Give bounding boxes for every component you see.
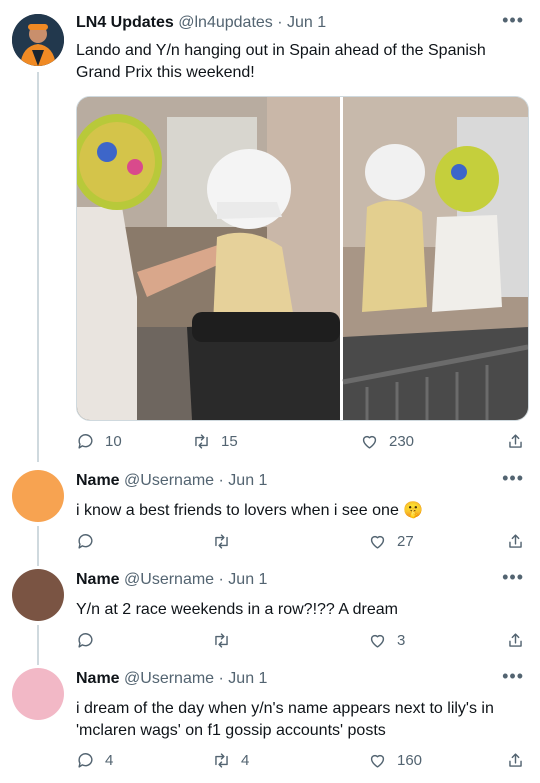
- share-button[interactable]: [506, 631, 525, 650]
- heart-icon: [362, 435, 377, 449]
- reply-icon: [78, 434, 93, 449]
- share-icon: [509, 633, 522, 647]
- username[interactable]: @Username: [124, 670, 214, 687]
- photo-grid: [77, 97, 528, 420]
- reply-button[interactable]: 4: [76, 751, 113, 770]
- username[interactable]: @Username: [124, 472, 214, 489]
- tweet-header: LN4 Updates @ln4updates · Jun 1: [76, 14, 520, 32]
- tweet-text: Lando and Y/n hanging out in Spain ahead…: [76, 42, 486, 81]
- more-icon[interactable]: •••: [502, 666, 524, 687]
- share-icon: [509, 434, 522, 448]
- timestamp[interactable]: · Jun 1: [277, 14, 326, 31]
- like-button[interactable]: 230: [360, 432, 414, 451]
- reply-button[interactable]: [76, 532, 95, 551]
- tweet-text: Y/n at 2 race weekends in a row?!?? A dr…: [76, 601, 398, 618]
- share-button[interactable]: [506, 751, 525, 770]
- username[interactable]: @ln4updates: [178, 14, 273, 31]
- tweet-header: Name @Username · Jun 1: [76, 670, 520, 688]
- tweet-text: i know a best friends to lovers when i s…: [76, 502, 424, 519]
- avatar[interactable]: [12, 14, 64, 66]
- reply-icon: [78, 534, 93, 549]
- display-name[interactable]: LN4 Updates: [76, 14, 174, 31]
- timestamp[interactable]: · Jun 1: [219, 571, 268, 588]
- thread-line: [37, 625, 39, 665]
- avatar[interactable]: [12, 668, 64, 720]
- share-icon: [509, 753, 522, 767]
- more-icon[interactable]: •••: [502, 468, 524, 489]
- retweet-icon: [215, 753, 228, 768]
- username[interactable]: @Username: [124, 571, 214, 588]
- like-button[interactable]: 160: [368, 751, 422, 770]
- retweet-button[interactable]: [212, 631, 231, 650]
- retweet-icon: [215, 633, 228, 648]
- like-count: 160: [397, 752, 423, 769]
- reply-button[interactable]: 10: [76, 432, 122, 451]
- retweet-icon: [215, 534, 228, 549]
- share-button[interactable]: [506, 432, 525, 451]
- avatar[interactable]: [12, 569, 64, 621]
- tweet-media[interactable]: [76, 96, 529, 421]
- more-icon[interactable]: •••: [502, 10, 524, 31]
- reply-count: 10: [105, 433, 122, 450]
- reply-count: 4: [105, 752, 114, 769]
- display-name[interactable]: Name: [76, 472, 120, 489]
- timestamp[interactable]: · Jun 1: [219, 472, 268, 489]
- more-icon[interactable]: •••: [502, 567, 524, 588]
- avatar[interactable]: [12, 470, 64, 522]
- retweet-icon: [195, 434, 208, 449]
- display-name[interactable]: Name: [76, 571, 120, 588]
- heart-icon: [370, 754, 385, 768]
- tweet-actions: 10 15 230: [76, 432, 524, 456]
- share-icon: [509, 534, 522, 548]
- thread-line: [37, 526, 39, 566]
- share-button[interactable]: [506, 532, 525, 551]
- reply-icon: [78, 633, 93, 648]
- like-count: 230: [389, 433, 415, 450]
- tweet-actions: 4 4 160: [76, 751, 524, 775]
- like-button[interactable]: 3: [368, 631, 405, 650]
- tweet-actions: 27: [76, 532, 524, 556]
- heart-icon: [370, 634, 385, 648]
- heart-icon: [370, 535, 385, 549]
- retweet-count: 15: [221, 433, 238, 450]
- tweet-header: Name @Username · Jun 1: [76, 472, 520, 490]
- like-count: 3: [397, 632, 406, 649]
- retweet-button[interactable]: [212, 532, 231, 551]
- retweet-count: 4: [241, 752, 250, 769]
- tweet-text: i dream of the day when y/n's name appea…: [76, 700, 494, 739]
- display-name[interactable]: Name: [76, 670, 120, 687]
- tweet-actions: 3: [76, 631, 524, 655]
- like-count: 27: [397, 533, 414, 550]
- tweet-header: Name @Username · Jun 1: [76, 571, 520, 589]
- timestamp[interactable]: · Jun 1: [219, 670, 268, 687]
- like-button[interactable]: 27: [368, 532, 414, 551]
- thread-line: [37, 72, 39, 462]
- reply-button[interactable]: [76, 631, 95, 650]
- retweet-button[interactable]: 4: [212, 751, 249, 770]
- retweet-button[interactable]: 15: [192, 432, 238, 451]
- reply-icon: [78, 753, 93, 768]
